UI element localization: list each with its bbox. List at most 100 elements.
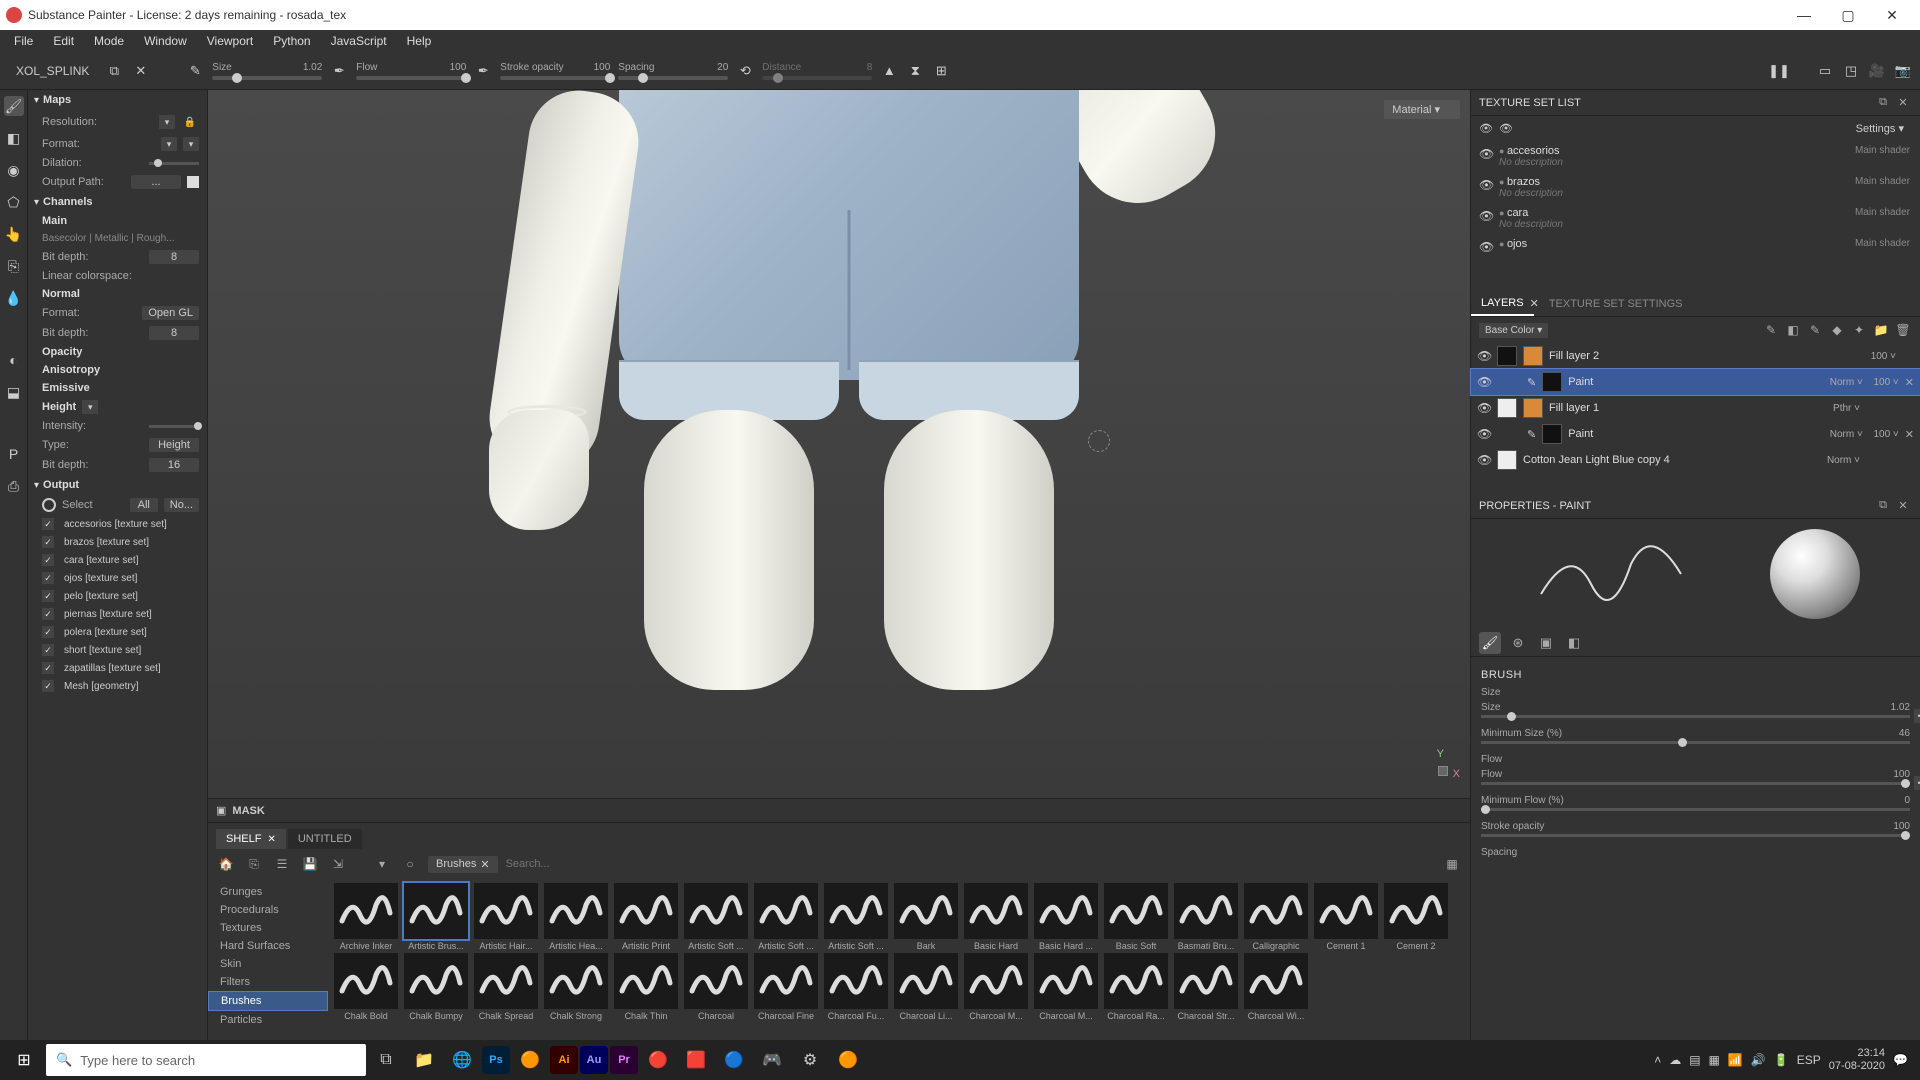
task-view-icon[interactable]: ⧉ [368,1040,404,1080]
menu-javascript[interactable]: JavaScript [321,34,397,48]
projection-tool-icon[interactable]: ◉ [4,160,24,180]
output-item[interactable]: short [texture set] [28,641,207,659]
brush-item[interactable]: Chalk Bold [332,953,400,1021]
add-effect-icon[interactable]: ✎ [1762,321,1780,339]
flow-pressure-icon[interactable]: ✒ [474,62,492,80]
menu-help[interactable]: Help [397,34,442,48]
chrome-icon[interactable]: 🌐 [444,1040,480,1080]
brush-item[interactable]: Chalk Thin [612,953,680,1021]
shelf-category[interactable]: Procedurals [208,901,328,919]
visibility-icon[interactable]: 👁 [1477,427,1491,441]
flow-slider[interactable]: Flow100 [356,62,466,80]
add-mask-icon[interactable]: ◧ [1784,321,1802,339]
brush-item[interactable]: Charcoal Str... [1172,953,1240,1021]
blender-icon-2[interactable]: 🟠 [830,1040,866,1080]
symmetry-icon[interactable]: ▲ [880,62,898,80]
props-close-icon[interactable]: ✕ [1894,497,1912,515]
height-bit-value[interactable]: 16 [149,458,199,472]
menu-mode[interactable]: Mode [84,34,134,48]
layer-row[interactable]: 👁✎PaintNorm ˅100 ˅✕ [1471,421,1920,447]
remove-icon[interactable]: ✕ [1905,428,1914,441]
polyfill-tool-icon[interactable]: ⬠ [4,192,24,212]
panel-close-icon[interactable]: ✕ [131,63,150,79]
output-item[interactable]: ojos [texture set] [28,569,207,587]
visibility-icon[interactable]: 👁 [1477,349,1491,363]
brush-item[interactable]: Artistic Brus... [402,883,470,951]
brush-item[interactable]: Artistic Soft ... [682,883,750,951]
brush-item[interactable]: Charcoal Li... [892,953,960,1021]
output-item[interactable]: polera [texture set] [28,623,207,641]
shelf-category[interactable]: Particles [208,1011,328,1029]
photoshop-icon[interactable]: Ps [482,1046,510,1074]
brush-preset-icon[interactable]: ✎ [186,62,204,80]
checkbox-icon[interactable] [42,644,54,656]
checkbox-icon[interactable] [42,554,54,566]
shelf-category[interactable]: Hard Surfaces [208,937,328,955]
size-slider[interactable]: Size1.02 [212,62,322,80]
shelf-list-icon[interactable]: ☰ [272,854,292,874]
min-flow-slider[interactable]: Minimum Flow (%)0 [1481,795,1910,811]
visibility-icon[interactable]: 👁 [1479,240,1494,254]
brush-item[interactable]: Artistic Hair... [472,883,540,951]
distance-slider[interactable]: Distance8 [762,62,872,80]
panel-popout-icon[interactable]: ⧉ [105,62,123,80]
screenshot-icon[interactable]: 📷 [1894,62,1912,80]
brush-item[interactable]: Charcoal M... [1032,953,1100,1021]
shelf-import-icon[interactable]: ⎘ [244,854,264,874]
menu-edit[interactable]: Edit [43,34,84,48]
pressure-pin-icon[interactable]: ✒ [1914,776,1920,790]
brush-size-slider[interactable]: Size1.02 ✒ [1481,702,1910,718]
mirror-icon[interactable]: ⧗ [906,62,924,80]
brush-item[interactable]: Charcoal Wi... [1242,953,1310,1021]
visibility-icon[interactable]: 👁 [1477,453,1491,467]
brush-item[interactable]: Chalk Strong [542,953,610,1021]
alpha-tab-icon[interactable]: ⊛ [1507,632,1529,654]
texset-settings-button[interactable]: Settings ▾ [1848,120,1912,137]
texset-settings-tab[interactable]: TEXTURE SET SETTINGS [1539,291,1693,316]
brush-item[interactable]: Artistic Soft ... [752,883,820,951]
visible-all-icon[interactable]: 👁 [1479,122,1493,135]
pressure-pin-icon[interactable]: ✒ [1914,709,1920,723]
brush-item[interactable]: Cement 1 [1312,883,1380,951]
shelf-filter-icon[interactable]: ▾ [372,854,392,874]
layer-row[interactable]: 👁Fill layer 2100 ˅ [1471,343,1920,369]
visibility-icon[interactable]: 👁 [1477,375,1491,389]
minimize-button[interactable]: — [1782,0,1826,30]
close-icon[interactable]: ✕ [267,834,275,845]
layer-swatch[interactable] [1542,372,1562,392]
clone-tool-icon[interactable]: ⎘ [4,256,24,276]
props-popout-icon[interactable]: ⧉ [1874,497,1892,515]
baking-icon[interactable]: ⬓ [4,382,24,402]
channels-header[interactable]: ▾Channels [28,192,207,212]
close-button[interactable]: ✕ [1870,0,1914,30]
output-item[interactable]: cara [texture set] [28,551,207,569]
layer-swatch[interactable] [1497,398,1517,418]
refresh-icon[interactable] [42,498,56,512]
brush-item[interactable]: Basmati Bru... [1172,883,1240,951]
visibility-icon[interactable]: 👁 [1479,147,1494,161]
shelf-tab[interactable]: SHELF✕ [216,829,286,849]
mask-icon[interactable]: ▣ [216,804,226,817]
texture-set-row[interactable]: 👁brazosNo descriptionMain shader [1471,172,1920,203]
checkbox-icon[interactable] [42,590,54,602]
brush-item[interactable]: Basic Soft [1102,883,1170,951]
output-item[interactable]: Mesh [geometry] [28,677,207,695]
texture-set-row[interactable]: 👁accesoriosNo descriptionMain shader [1471,141,1920,172]
menu-python[interactable]: Python [263,34,320,48]
taskbar-clock[interactable]: 23:14 07-08-2020 [1829,1047,1885,1073]
solo-icon[interactable]: 👁 [1499,122,1513,135]
texset-close-icon[interactable]: ✕ [1894,94,1912,112]
output-item[interactable]: accesorios [texture set] [28,515,207,533]
battery-icon[interactable]: 🔋 [1774,1053,1789,1067]
smudge-tool-icon[interactable]: 👆 [4,224,24,244]
eraser-tool-icon[interactable]: ◧ [4,128,24,148]
output-item[interactable]: brazos [texture set] [28,533,207,551]
menu-window[interactable]: Window [134,34,197,48]
blender-icon[interactable]: 🟠 [512,1040,548,1080]
checkbox-icon[interactable] [42,662,54,674]
opacity-slider[interactable]: Stroke opacity100 [500,62,610,80]
checkbox-icon[interactable] [42,680,54,692]
shelf-search-input[interactable] [506,858,686,870]
output-header[interactable]: ▾Output [28,475,207,495]
visibility-icon[interactable]: 👁 [1479,178,1494,192]
